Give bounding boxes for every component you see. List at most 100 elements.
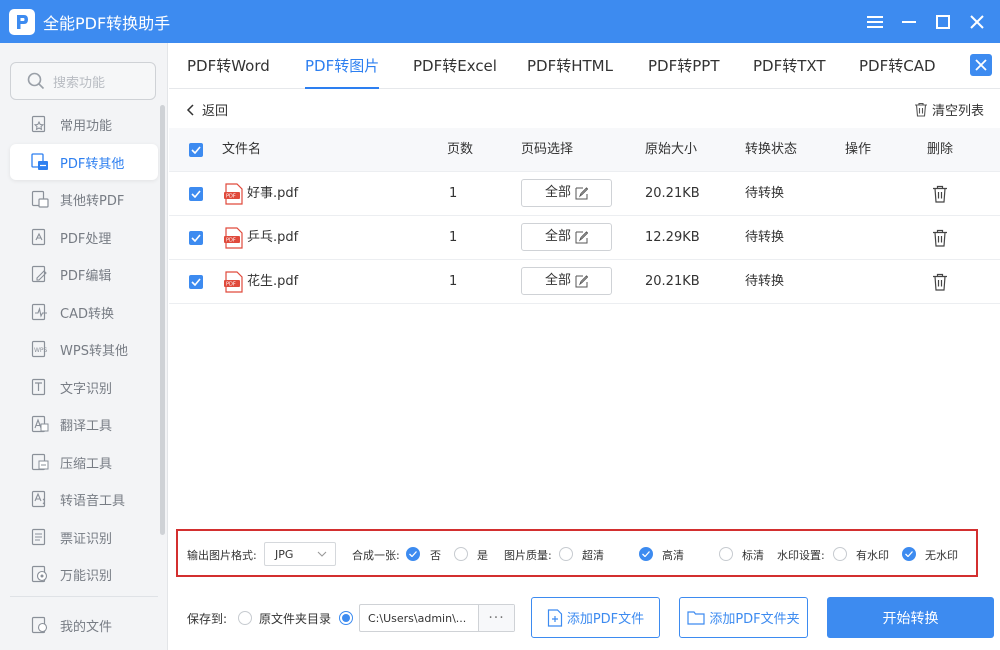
watermark-yes-radio[interactable]: [833, 547, 847, 561]
tab-pdf-to-ppt[interactable]: PDF转PPT: [648, 43, 719, 89]
sidebar-item-common[interactable]: 常用功能: [10, 106, 158, 142]
maximize-icon[interactable]: [926, 0, 960, 43]
sidebar-item-cad[interactable]: CAD转换: [10, 294, 158, 330]
table-row: PDF 花生.pdf 1 全部 20.21KB 待转换: [169, 260, 1000, 304]
tab-pdf-to-word[interactable]: PDF转Word: [187, 43, 270, 89]
format-select[interactable]: JPG: [264, 542, 336, 566]
sidebar-item-label: 我的文件: [60, 619, 113, 635]
merge-yes-radio[interactable]: [454, 547, 468, 561]
back-label: 返回: [202, 104, 229, 119]
back-button[interactable]: 返回: [186, 100, 228, 119]
sidebar-item-my-files[interactable]: 我的文件: [10, 607, 158, 643]
universal-scan-icon: [30, 564, 50, 584]
sidebar-item-translate[interactable]: 翻译工具: [10, 406, 158, 442]
sidebar-item-other-to-pdf[interactable]: 其他转PDF: [10, 181, 158, 217]
watermark-no-label: 无水印: [925, 549, 958, 562]
merge-yes-label: 是: [477, 549, 488, 562]
sidebar-item-label: 票证识别: [60, 531, 113, 547]
merge-label: 合成一张:: [352, 549, 400, 562]
cad-icon: [30, 302, 50, 322]
ticket-icon: [30, 527, 50, 547]
clear-list-label: 清空列表: [931, 104, 984, 119]
app-title: 全能PDF转换助手: [43, 13, 171, 33]
quality-std-radio[interactable]: [719, 547, 733, 561]
pdf-file-icon: PDF: [224, 271, 243, 293]
sidebar-item-ticket[interactable]: 票证识别: [10, 519, 158, 555]
file-name: 好事.pdf: [247, 186, 299, 201]
sidebar-item-pdf-process[interactable]: PDF处理: [10, 219, 158, 255]
sidebar-item-label: 其他转PDF: [60, 193, 125, 209]
search-placeholder: 搜索功能: [53, 75, 106, 91]
original-dir-radio[interactable]: [238, 611, 252, 625]
tab-pdf-to-html[interactable]: PDF转HTML: [527, 43, 613, 89]
row-checkbox[interactable]: [189, 231, 203, 245]
file-status: 待转换: [745, 186, 785, 201]
table-header: 文件名 页数 页码选择 原始大小 转换状态 操作 删除: [169, 128, 1000, 172]
row-checkbox[interactable]: [189, 275, 203, 289]
sidebar-item-compress[interactable]: 压缩工具: [10, 444, 158, 480]
page-select-button[interactable]: 全部: [521, 223, 612, 251]
sidebar-scrollbar[interactable]: [160, 105, 165, 535]
file-name: 花生.pdf: [247, 274, 299, 289]
output-path-field[interactable]: C:\Users\admin\... ···: [359, 604, 515, 632]
custom-dir-radio[interactable]: [339, 611, 353, 625]
sidebar-item-voice[interactable]: 转语音工具: [10, 481, 158, 517]
row-checkbox[interactable]: [189, 187, 203, 201]
minimize-icon[interactable]: [892, 0, 926, 43]
original-dir-label: 原文件夹目录: [259, 612, 332, 626]
sidebar-item-label: 文字识别: [60, 381, 113, 397]
sidebar-item-wps[interactable]: WPS WPS转其他: [10, 331, 158, 367]
menu-icon[interactable]: [858, 0, 892, 43]
quality-high-radio[interactable]: [639, 547, 653, 561]
add-pdf-folder-button[interactable]: 添加PDF文件夹: [679, 597, 808, 638]
select-all-checkbox[interactable]: [189, 143, 203, 157]
file-pages: 1: [449, 186, 458, 201]
sidebar-item-label: CAD转换: [60, 306, 114, 322]
file-pages: 1: [449, 230, 458, 245]
save-to-label: 保存到:: [187, 612, 228, 626]
file-status: 待转换: [745, 230, 785, 245]
sidebar-item-ocr[interactable]: 文字识别: [10, 369, 158, 405]
pdf-file-icon: PDF: [224, 227, 243, 249]
tab-pdf-to-cad[interactable]: PDF转CAD: [859, 43, 936, 89]
add-file-label: 添加PDF文件: [566, 612, 645, 627]
file-status: 待转换: [745, 274, 785, 289]
page-select-button[interactable]: 全部: [521, 267, 612, 295]
edit-icon: [575, 274, 588, 287]
close-panel-icon[interactable]: [970, 54, 992, 76]
svg-text:PDF: PDF: [226, 238, 236, 244]
delete-icon[interactable]: [932, 185, 948, 203]
page-select-button[interactable]: 全部: [521, 179, 612, 207]
pdf-file-icon: PDF: [224, 183, 243, 205]
search-input[interactable]: 搜索功能: [10, 62, 156, 100]
delete-icon[interactable]: [932, 273, 948, 291]
file-name: 乒乓.pdf: [247, 230, 299, 245]
tab-pdf-to-excel[interactable]: PDF转Excel: [413, 43, 497, 89]
header-pages: 页数: [447, 142, 474, 157]
delete-icon[interactable]: [932, 229, 948, 247]
merge-no-radio[interactable]: [406, 547, 420, 561]
start-convert-button[interactable]: 开始转换: [827, 597, 994, 638]
clear-list-button[interactable]: 清空列表: [914, 100, 984, 119]
tab-pdf-to-image[interactable]: PDF转图片: [305, 43, 380, 89]
sidebar-item-label: WPS转其他: [60, 343, 128, 359]
quality-label: 图片质量:: [504, 549, 552, 562]
add-pdf-file-button[interactable]: 添加PDF文件: [531, 597, 660, 638]
close-icon[interactable]: [960, 0, 994, 43]
tab-pdf-to-txt[interactable]: PDF转TXT: [753, 43, 826, 89]
quality-ultra-radio[interactable]: [559, 547, 573, 561]
browse-button[interactable]: ···: [478, 605, 514, 631]
chevron-down-icon: [317, 551, 327, 557]
output-options-panel: 输出图片格式: JPG 合成一张: 否 是 图片质量: 超清 高清 标清 水印设…: [176, 529, 978, 577]
format-label: 输出图片格式:: [187, 549, 257, 562]
voice-icon: [30, 489, 50, 509]
header-action: 操作: [845, 142, 872, 157]
folder-icon: [687, 611, 705, 625]
sidebar-item-universal[interactable]: 万能识别: [10, 556, 158, 592]
sidebar-item-pdf-edit[interactable]: PDF编辑: [10, 256, 158, 292]
pdf-process-icon: [30, 227, 50, 247]
edit-icon: [575, 230, 588, 243]
sidebar-item-pdf-to-other[interactable]: PDF转其他: [10, 144, 158, 180]
watermark-no-radio[interactable]: [902, 547, 916, 561]
add-folder-label: 添加PDF文件夹: [709, 612, 800, 627]
